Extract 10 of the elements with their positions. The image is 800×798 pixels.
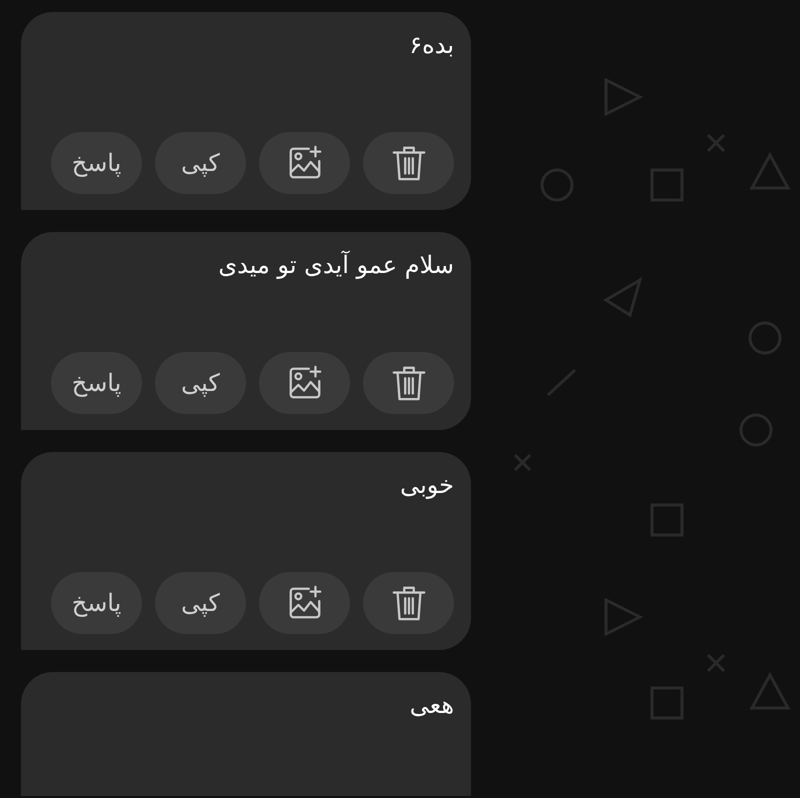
action-button[interactable]: کپی bbox=[155, 572, 246, 634]
action-button[interactable]: کپی bbox=[155, 352, 246, 414]
action-button[interactable]: پاسخ bbox=[51, 352, 142, 414]
action-button[interactable]: کپی bbox=[155, 132, 246, 194]
action-button[interactable]: پاسخ bbox=[51, 572, 142, 634]
message-text: خوبی bbox=[400, 470, 454, 501]
message-text: بده۶ bbox=[409, 30, 454, 61]
message-text: سلام عمو آیدی تو میدی bbox=[218, 250, 454, 281]
message-text: هعی bbox=[410, 690, 454, 721]
action-button[interactable]: پاسخ bbox=[51, 132, 142, 194]
